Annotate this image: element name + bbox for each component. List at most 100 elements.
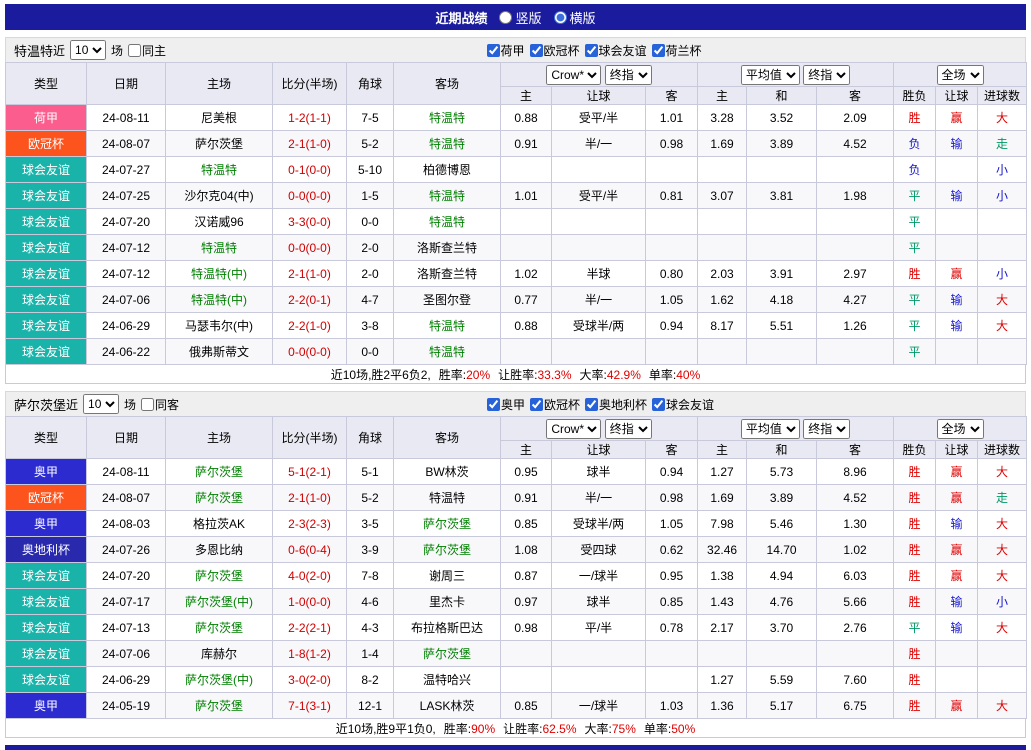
header-group-row: 类型 日期 主场 比分(半场) 角球 客场 Crow* 终指 平均值 终指: [6, 63, 1027, 87]
league-checkbox-input[interactable]: [530, 398, 543, 411]
corner-cell: 5-2: [347, 485, 394, 511]
corner-cell: 4-7: [347, 287, 394, 313]
col-home: 主场: [166, 63, 273, 105]
odds-cell: 0.97: [501, 589, 552, 615]
odds-cell: 5.51: [747, 313, 817, 339]
league-filter-checkbox[interactable]: 欧冠杯: [530, 42, 580, 59]
league-filter-label: 奥地利杯: [599, 396, 647, 413]
league-filter-checkbox[interactable]: 荷甲: [487, 42, 525, 59]
odds-cell: 4.52: [817, 131, 894, 157]
odds-cell: [817, 209, 894, 235]
match-count-select[interactable]: 10: [83, 394, 119, 414]
final-odds-select[interactable]: 终指: [803, 65, 850, 85]
bookmaker-select[interactable]: Crow*: [546, 65, 601, 85]
results-table: 类型 日期 主场 比分(半场) 角球 客场 Crow* 终指 平均值 终指: [5, 416, 1027, 719]
result-cell: [936, 209, 978, 235]
subcol-winlose: 胜负: [894, 441, 936, 459]
match-row: 球会友谊24-07-25沙尔克04(中)0-0(0-0)1-5特温特1.01受平…: [6, 183, 1027, 209]
match-count-select[interactable]: 10: [70, 40, 106, 60]
score-cell: 2-1(1-0): [273, 131, 347, 157]
league-checkbox-input[interactable]: [585, 44, 598, 57]
score-cell: 3-3(0-0): [273, 209, 347, 235]
league-filter-checkbox[interactable]: 奥甲: [487, 396, 525, 413]
bookmaker-select[interactable]: Crow*: [546, 419, 601, 439]
odds-cell: 1.03: [646, 693, 698, 719]
summary-stat: 胜率:20%: [439, 366, 490, 383]
score-cell: 2-3(2-3): [273, 511, 347, 537]
odds-cell: 4.18: [747, 287, 817, 313]
subcol-avg-draw: 和: [747, 441, 817, 459]
home-team-cell: 马瑟韦尔(中): [166, 313, 273, 339]
league-filter-checkbox[interactable]: 奥地利杯: [585, 396, 647, 413]
result-cell: 小: [978, 157, 1027, 183]
corner-cell: 3-8: [347, 313, 394, 339]
match-row: 欧冠杯24-08-07萨尔茨堡2-1(1-0)5-2特温特0.91半/一0.98…: [6, 485, 1027, 511]
result-cell: [936, 339, 978, 365]
vertical-radio-icon[interactable]: [499, 11, 512, 24]
average-odds-group: 平均值 终指: [698, 417, 894, 441]
score-cell: 2-1(1-0): [273, 261, 347, 287]
result-cell: 小: [978, 589, 1027, 615]
same-venue-checkbox-input[interactable]: [141, 398, 154, 411]
league-filter-label: 球会友谊: [666, 396, 714, 413]
average-select[interactable]: 平均值: [741, 65, 800, 85]
result-cell: 赢: [936, 693, 978, 719]
horizontal-radio-icon[interactable]: [554, 11, 567, 24]
league-filter-checkbox[interactable]: 球会友谊: [652, 396, 714, 413]
same-venue-checkbox[interactable]: 同主: [128, 42, 166, 59]
odds-cell: 0.85: [501, 693, 552, 719]
match-row: 球会友谊24-07-27特温特0-1(0-0)5-10柏德博恩负小: [6, 157, 1027, 183]
league-checkbox-input[interactable]: [530, 44, 543, 57]
final-odds-select[interactable]: 终指: [605, 65, 652, 85]
league-type-cell: 球会友谊: [6, 563, 87, 589]
subcol-goals: 进球数: [978, 87, 1027, 105]
result-cell: 大: [978, 511, 1027, 537]
league-filter-checkbox[interactable]: 荷兰杯: [652, 42, 702, 59]
fulltime-select[interactable]: 全场: [937, 419, 984, 439]
away-team-cell: 特温特: [394, 485, 501, 511]
score-cell: 0-0(0-0): [273, 339, 347, 365]
result-cell: 赢: [936, 459, 978, 485]
col-away: 客场: [394, 63, 501, 105]
col-type: 类型: [6, 417, 87, 459]
view-vertical-radio[interactable]: 竖版: [499, 8, 541, 27]
home-team-cell: 萨尔茨堡: [166, 131, 273, 157]
home-team-cell: 萨尔茨堡: [166, 563, 273, 589]
same-venue-checkbox-input[interactable]: [128, 44, 141, 57]
result-cell: 赢: [936, 105, 978, 131]
odds-cell: 1.62: [698, 287, 747, 313]
odds-cell: 1.02: [817, 537, 894, 563]
league-filter-checkbox[interactable]: 欧冠杯: [530, 396, 580, 413]
score-cell: 5-1(2-1): [273, 459, 347, 485]
result-cell: 平: [894, 615, 936, 641]
result-cell: 大: [978, 287, 1027, 313]
subcol-avg-away: 客: [817, 87, 894, 105]
odds-cell: 一/球半: [552, 693, 646, 719]
subcol-goals: 进球数: [978, 441, 1027, 459]
final-odds-select[interactable]: 终指: [605, 419, 652, 439]
odds-cell: 7.60: [817, 667, 894, 693]
league-filter-checkbox[interactable]: 球会友谊: [585, 42, 647, 59]
average-select[interactable]: 平均值: [741, 419, 800, 439]
odds-cell: 6.75: [817, 693, 894, 719]
league-checkbox-input[interactable]: [487, 398, 500, 411]
odds-cell: 3.70: [747, 615, 817, 641]
result-cell: 赢: [936, 537, 978, 563]
recent-results-titlebar: 近期战绩 竖版 横版: [5, 4, 1026, 30]
fulltime-select[interactable]: 全场: [937, 65, 984, 85]
odds-cell: 半球: [552, 261, 646, 287]
view-horizontal-radio[interactable]: 横版: [554, 8, 596, 27]
odds-cell: 2.17: [698, 615, 747, 641]
final-odds-select[interactable]: 终指: [803, 419, 850, 439]
league-checkbox-input[interactable]: [652, 398, 665, 411]
near-label: 近: [53, 42, 65, 59]
league-checkbox-input[interactable]: [652, 44, 665, 57]
league-checkbox-input[interactable]: [585, 398, 598, 411]
odds-cell: 2.76: [817, 615, 894, 641]
same-venue-checkbox[interactable]: 同客: [141, 396, 179, 413]
result-cell: [936, 641, 978, 667]
league-checkbox-input[interactable]: [487, 44, 500, 57]
corner-cell: 1-4: [347, 641, 394, 667]
result-cell: 胜: [894, 485, 936, 511]
league-type-cell: 球会友谊: [6, 287, 87, 313]
